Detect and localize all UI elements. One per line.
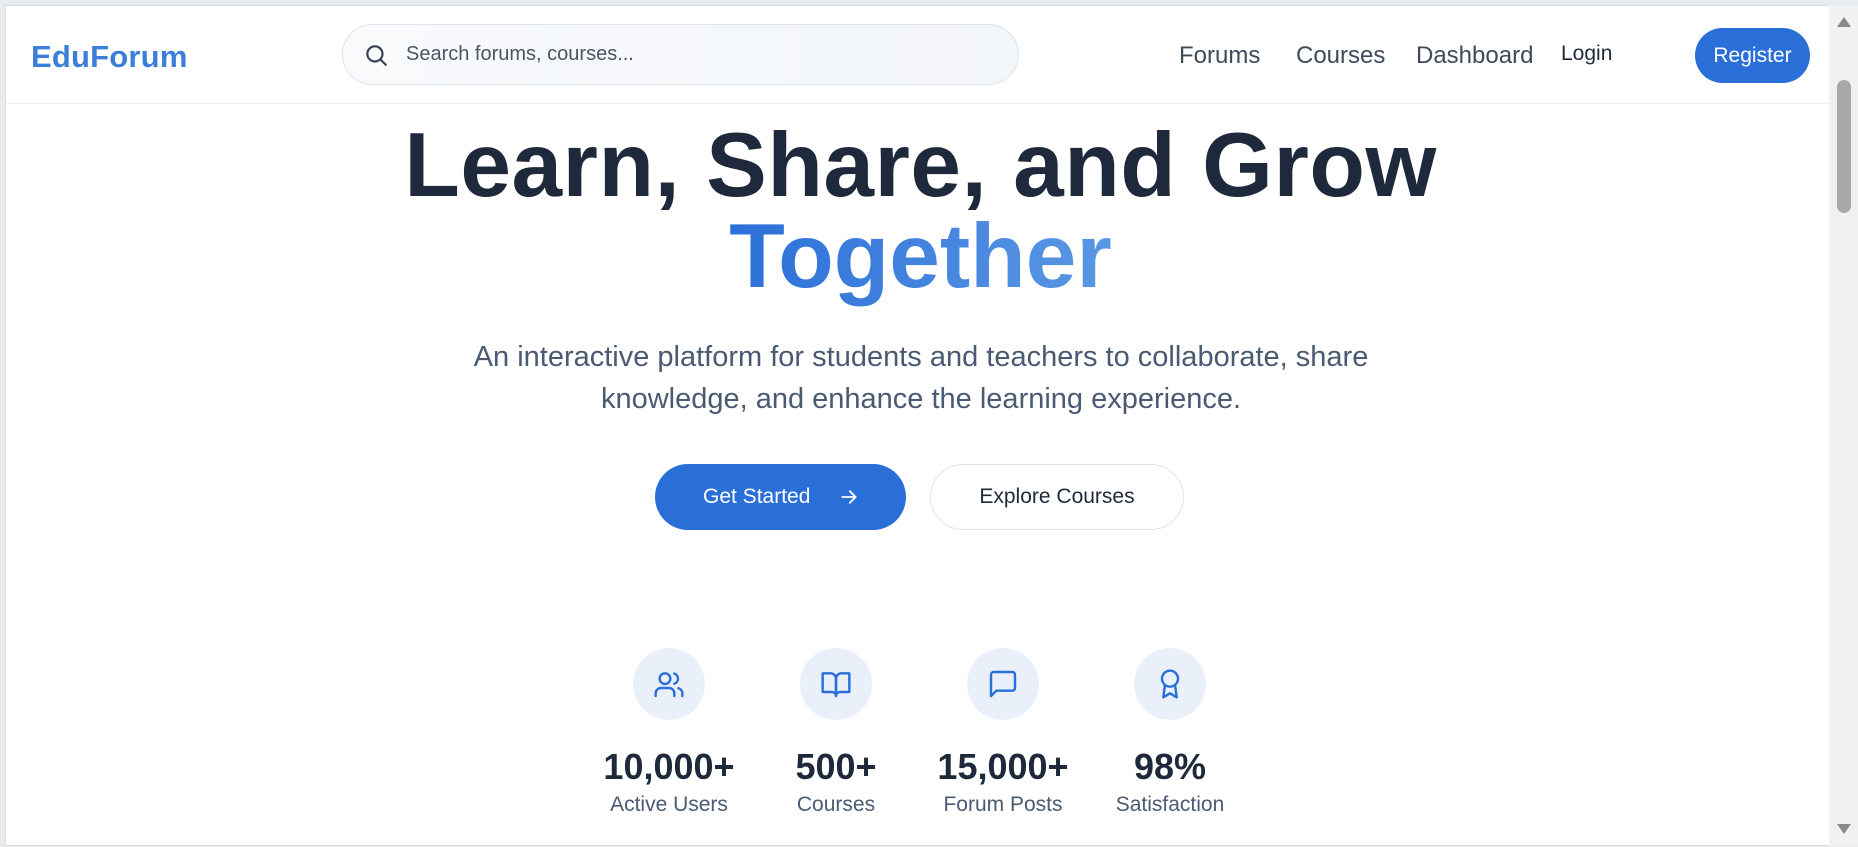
get-started-label: Get Started <box>703 485 811 508</box>
stat-value: 98% <box>1133 746 1207 787</box>
nav-forums[interactable]: Forums <box>1179 42 1260 70</box>
stat-icon-circle <box>967 648 1039 720</box>
hero-title-highlight-text: Together <box>729 206 1112 307</box>
get-started-button[interactable]: Get Started <box>655 464 906 530</box>
stat-icon-circle <box>800 648 872 720</box>
message-icon <box>989 670 1017 698</box>
hero-title: Learn, Share, and Grow <box>404 115 1437 216</box>
hero-subtitle: An interactive platform for students and… <box>473 341 1369 415</box>
stat-label: Active Users <box>610 793 728 816</box>
stat-value: 15,000+ <box>937 746 1069 787</box>
search-bar[interactable] <box>342 24 1019 85</box>
nav-dashboard[interactable]: Dashboard <box>1416 42 1533 70</box>
stat-label: Satisfaction <box>1115 793 1225 816</box>
hero-title-highlight: Together <box>6 205 1833 309</box>
stat-value: 10,000+ <box>603 746 735 787</box>
scrollbar-thumb[interactable] <box>1837 80 1851 213</box>
nav-courses[interactable]: Courses <box>1296 42 1385 70</box>
stat-icon-circle <box>1134 648 1206 720</box>
award-icon <box>1160 669 1180 699</box>
scroll-up-arrow-icon[interactable] <box>1837 17 1851 27</box>
site-header: EduForum Forums Courses Dashboard Login … <box>6 6 1833 104</box>
search-input[interactable] <box>406 25 996 84</box>
site-logo[interactable]: EduForum <box>31 39 188 75</box>
stat-icon-circle <box>633 648 705 720</box>
users-icon <box>654 672 684 698</box>
stat-label: Courses <box>796 793 876 816</box>
book-icon <box>821 672 851 698</box>
browser-viewport: EduForum Forums Courses Dashboard Login … <box>5 5 1834 846</box>
register-button[interactable]: Register <box>1695 28 1810 83</box>
vertical-scrollbar[interactable] <box>1829 5 1858 846</box>
login-button[interactable]: Login <box>1561 42 1612 66</box>
scroll-down-arrow-icon[interactable] <box>1837 824 1851 834</box>
stat-value: 500+ <box>795 746 877 787</box>
arrow-right-icon <box>841 490 857 504</box>
search-icon <box>366 45 387 66</box>
stat-label: Forum Posts <box>943 793 1063 816</box>
explore-courses-button[interactable]: Explore Courses <box>930 464 1184 530</box>
